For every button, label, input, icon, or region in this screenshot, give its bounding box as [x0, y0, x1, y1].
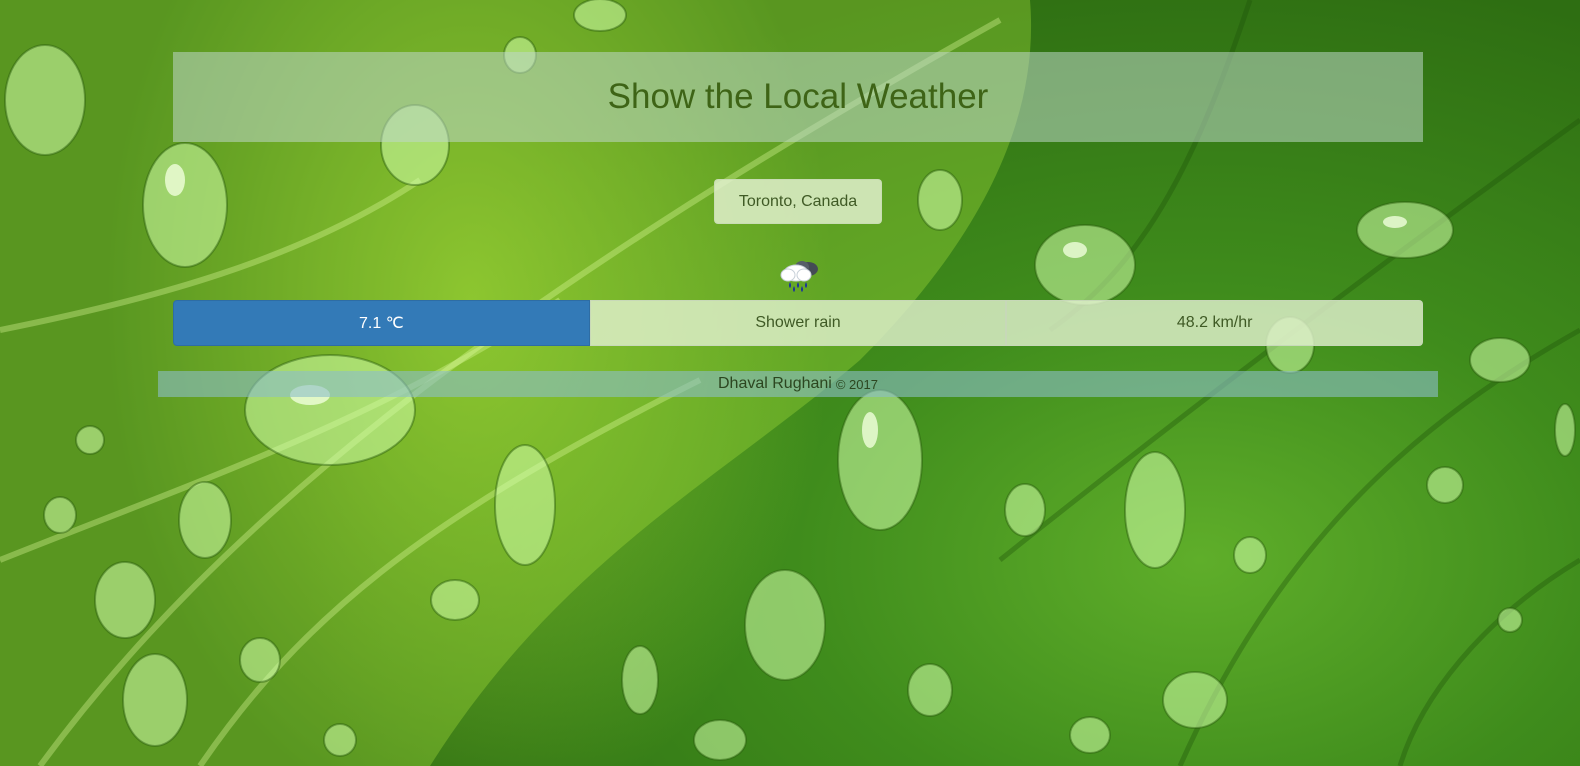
footer-copyright: © 2017 [835, 376, 878, 392]
location-button[interactable]: Toronto, Canada [714, 179, 882, 224]
shower-rain-icon [780, 261, 818, 292]
temperature-button[interactable]: 7.1 ℃ [173, 300, 590, 346]
weather-description: Shower rain [589, 300, 1007, 346]
header-banner: Show the Local Weather [173, 52, 1423, 142]
footer: Dhaval Rughani © 2017 [158, 371, 1438, 397]
page-title: Show the Local Weather [607, 77, 989, 116]
wind-speed: 48.2 km/hr [1006, 300, 1424, 346]
weather-stats-group: 7.1 ℃ Shower rain 48.2 km/hr [173, 300, 1424, 346]
footer-author: Dhaval Rughani [718, 375, 832, 392]
